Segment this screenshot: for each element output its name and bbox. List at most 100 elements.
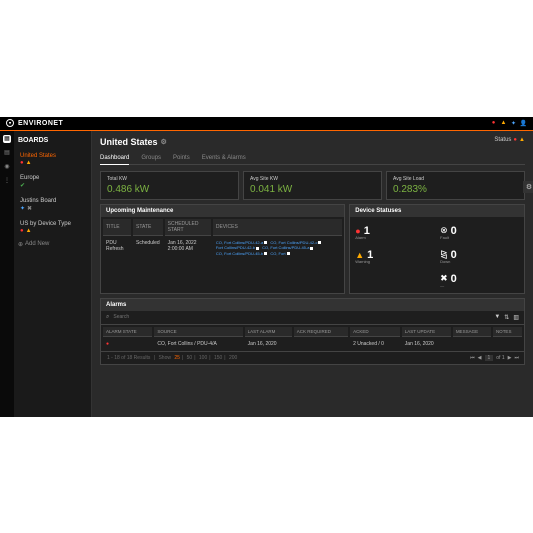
rail-map-icon[interactable]: ◉ — [3, 163, 11, 171]
upcoming-table: TITLE STATE SCHEDULED START DEVICES PDU … — [101, 217, 344, 261]
cell-start: Jan 16, 2022 2:00:00 AM — [165, 238, 211, 259]
col-ack-required[interactable]: ACK REQUIRED — [294, 327, 348, 337]
tab-events-alarms[interactable]: Events & Alarms — [202, 155, 246, 161]
alarms-footer: 1 - 18 of 18 Results | Show 25| 50| 100|… — [101, 351, 524, 364]
metric-avg-site-kw: Avg Site KW 0.041 kW — [243, 171, 382, 200]
topbar-status-icons: ● ▲ ✦ 👤 — [490, 120, 527, 127]
alarm-icon[interactable]: ● — [490, 120, 497, 127]
left-rail: ▦ ▤ ◉ ⋮ — [0, 131, 14, 417]
alarm-icon: ● — [513, 137, 517, 143]
col-devices[interactable]: DEVICES — [213, 219, 342, 236]
status-warning[interactable]: ▲ 1 Warning — [353, 244, 436, 266]
filter-icon[interactable]: ▼ — [494, 314, 500, 321]
page-size-option[interactable]: 200 — [229, 355, 237, 361]
tool-icon: ✖ — [27, 205, 32, 212]
pager-last-icon[interactable]: ⏭ — [514, 355, 519, 361]
ok-icon: ✔ — [20, 182, 25, 189]
results-text: 1 - 18 of 18 Results — [107, 355, 150, 361]
col-alarm-state[interactable]: ALARM STATE — [103, 327, 152, 337]
add-new-label: Add New — [25, 241, 49, 247]
alarm-icon: ● — [355, 226, 360, 236]
sidebar-item-us-by-device-type[interactable]: US by Device Type ●▲ — [18, 218, 87, 237]
metric-label: Total KW — [107, 176, 232, 182]
metric-value: 0.486 kW — [107, 184, 232, 195]
logo-icon — [6, 119, 14, 127]
metrics-row: Total KW 0.486 kW Avg Site KW 0.041 kW A… — [100, 171, 525, 200]
metric-label: Avg Site KW — [250, 176, 375, 182]
settings-gear-button[interactable]: ⚙ — [523, 181, 533, 193]
metric-total-kw: Total KW 0.486 kW — [100, 171, 239, 200]
sidebar-item-europe[interactable]: Europe ✔ — [18, 172, 87, 192]
metric-label: Avg Site Load — [393, 176, 518, 182]
tab-dashboard[interactable]: Dashboard — [100, 155, 129, 165]
col-notes[interactable]: NOTES — [493, 327, 522, 337]
status-grid: ● 1 Alarm ⊗ 0 Fault ▲ 1 Warning — [350, 217, 524, 293]
col-last-update[interactable]: LAST UPDATE — [402, 327, 451, 337]
status-alarm[interactable]: ● 1 Alarm — [353, 220, 436, 242]
status-maint[interactable] — [353, 268, 436, 290]
status-unknown[interactable]: ✖ 0 — — [438, 268, 521, 290]
device-link[interactable]: CO, Fort — [270, 251, 289, 257]
page-size-option[interactable]: 25 — [174, 355, 180, 361]
gear-icon[interactable]: ⚙ — [161, 138, 167, 146]
pager-first-icon[interactable]: ⏮ — [470, 355, 475, 361]
user-icon[interactable]: 👤 — [520, 120, 527, 127]
upcoming-maintenance-panel: Upcoming Maintenance TITLE STATE SCHEDUL… — [100, 204, 345, 294]
search-input[interactable] — [113, 314, 490, 320]
pager-next-icon[interactable]: ▶ — [508, 355, 512, 361]
col-source[interactable]: SOURCE — [154, 327, 242, 337]
device-link[interactable]: CO, Fort Collins/PDU-45-b — [216, 251, 267, 257]
col-acked[interactable]: ACKED — [350, 327, 400, 337]
metric-value: 0.041 kW — [250, 184, 375, 195]
sidebar-add-new[interactable]: ⊕ Add New — [18, 241, 87, 248]
page-size-option[interactable]: 150 — [214, 355, 222, 361]
table-row[interactable]: PDU Refresh Scheduled Jan 16, 2022 2:00:… — [103, 238, 342, 259]
sort-icon[interactable]: ⇅ — [504, 314, 509, 321]
status-label: Warning — [355, 259, 370, 264]
cell-acked[interactable]: 2 Unacked / 0 — [350, 339, 400, 349]
rail-reports-icon[interactable]: ▤ — [3, 149, 11, 157]
page-size-selector: 1 - 18 of 18 Results | Show 25| 50| 100|… — [106, 355, 238, 361]
col-last-alarm[interactable]: LAST ALARM — [245, 327, 292, 337]
rail-settings-icon[interactable]: ⋮ — [3, 177, 11, 185]
alarm-icon: ● — [20, 228, 24, 234]
panel-title: Upcoming Maintenance — [101, 205, 344, 217]
pager-total: of 1 — [496, 355, 504, 361]
page-size-option[interactable]: 50 — [187, 355, 193, 361]
col-title[interactable]: TITLE — [103, 219, 131, 236]
tab-points[interactable]: Points — [173, 155, 190, 161]
cell-last-update: Jan 16, 2020 — [402, 339, 451, 349]
status-fault[interactable]: ⊗ 0 Fault — [438, 220, 521, 242]
rail-boards-icon[interactable]: ▦ — [3, 135, 11, 143]
pager: ⏮ ◀ 1 of 1 ▶ ⏭ — [470, 355, 519, 361]
warning-icon[interactable]: ▲ — [500, 120, 507, 127]
sidebar-item-justins-board[interactable]: Justins Board ✦✖ — [18, 195, 87, 215]
cell-title[interactable]: PDU Refresh — [103, 238, 131, 259]
sidebar-item-united-states[interactable]: United States ●▲ — [18, 150, 87, 169]
pager-prev-icon[interactable]: ◀ — [478, 355, 482, 361]
alarms-table: ALARM STATE SOURCE LAST ALARM ACK REQUIR… — [101, 325, 524, 351]
tab-groups[interactable]: Groups — [141, 155, 161, 161]
columns-icon[interactable]: ▥ — [513, 314, 519, 321]
col-state[interactable]: STATE — [133, 219, 163, 236]
table-header-row: ALARM STATE SOURCE LAST ALARM ACK REQUIR… — [103, 327, 522, 337]
status-label: Down — [440, 259, 450, 264]
table-row[interactable]: ● CO, Fort Collins / PDU-4/A Jan 16, 202… — [103, 339, 522, 349]
cell-devices: CO, Fort Collins/PDU-42-a CO, Fort Colli… — [213, 238, 342, 259]
sidebar: BOARDS United States ●▲ Europe ✔ Justins… — [14, 131, 92, 417]
main-content: ⚙ United States ⚙ Status ● ▲ Dashboard G… — [92, 131, 533, 417]
topbar: ENVIRONET ● ▲ ✦ 👤 — [0, 117, 533, 131]
col-message[interactable]: MESSAGE — [453, 327, 491, 337]
warning-icon: ▲ — [355, 250, 364, 260]
brand-name: ENVIRONET — [18, 120, 63, 127]
status-label: Alarm — [355, 235, 365, 240]
col-scheduled-start[interactable]: SCHEDULED START — [165, 219, 211, 236]
cell-ack-required — [294, 339, 348, 349]
pager-current: 1 — [485, 355, 494, 361]
status-down[interactable]: ⧎ 0 Down — [438, 244, 521, 266]
status-label: — — [440, 283, 444, 288]
wrench-icon[interactable]: ✦ — [510, 120, 517, 127]
sidebar-title: BOARDS — [18, 137, 87, 144]
warning-icon: ▲ — [26, 228, 32, 234]
page-size-option[interactable]: 100 — [199, 355, 207, 361]
